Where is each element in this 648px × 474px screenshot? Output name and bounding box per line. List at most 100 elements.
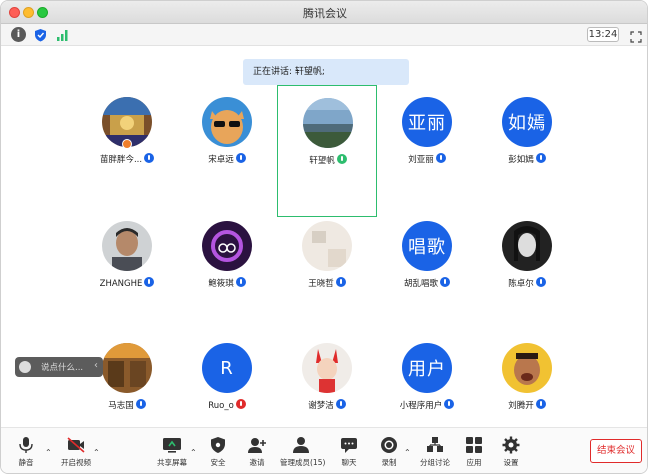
top-toolstrip: i 13:24 [1,24,647,46]
avatar [102,343,152,393]
mic-icon [535,399,546,409]
participant-tile[interactable]: 用户 小程序用户 [377,335,477,425]
avatar [202,97,252,147]
share-screen-button[interactable]: 共享屏幕 [156,436,188,472]
add-user-icon [248,438,266,453]
avatar [202,221,252,271]
participant-name: 陈卓尔 [477,277,577,289]
participant-tile-active-speaker[interactable]: 轩望帆 [277,85,377,217]
meeting-time: 13:24 [587,27,619,42]
participant-tile[interactable]: 苗胖胖今... [77,89,177,179]
participant-tile[interactable]: 谢梦洁 [277,335,377,425]
mute-options-caret[interactable]: ⌃ [45,448,52,457]
chat-input-bar[interactable]: 说点什么... ‹ [15,357,103,377]
avatar [102,221,152,271]
participant-name: 马志国 [77,399,177,411]
participant-tile[interactable]: 王晓哲 [277,213,377,303]
shield-icon[interactable] [33,27,48,42]
participant-name: 鲍筱琪 [177,277,277,289]
participant-name: 轩望帆 [278,154,378,166]
speaking-indicator: 正在讲话: 轩望帆; [243,59,409,85]
participant-tile[interactable]: 陈卓尔 [477,213,577,303]
participant-name: 谢梦洁 [277,399,377,411]
end-meeting-button[interactable]: 结束会议 [590,439,642,463]
participant-tile[interactable]: R Ruo_o [177,335,277,425]
settings-button[interactable]: 设置 [498,436,524,472]
avatar: 用户 [402,343,452,393]
camera-off-icon [67,437,85,453]
avatar [303,98,353,148]
apps-button[interactable]: 应用 [461,436,487,472]
apps-icon [466,437,482,453]
participant-name: 刘亚丽 [377,153,477,165]
meeting-window: 腾讯会议 i 13:24 苗胖胖今... 宋卓远 轩望帆 亚丽 刘亚丽 如嫣 彭… [0,0,648,474]
mic-icon [535,153,546,163]
start-video-button[interactable]: 开启视频 [59,436,93,472]
participant-name: 小程序用户 [377,399,477,411]
participant-name: 刘腾开 [477,399,577,411]
security-button[interactable]: 安全 [205,436,231,472]
signal-icon[interactable] [55,27,70,42]
avatar [502,221,552,271]
mic-icon [235,277,246,287]
avatar: 唱歌 [402,221,452,271]
mic-icon [440,277,450,287]
breakout-rooms-button[interactable]: 分组讨论 [419,436,451,472]
mic-icon [235,153,246,163]
members-icon [293,437,309,453]
mic-icon [535,277,546,287]
participant-name: 王晓哲 [277,277,377,289]
mute-button[interactable]: 静音 [13,436,39,472]
emoji-icon[interactable] [19,361,31,373]
avatar [302,343,352,393]
breakout-icon [427,437,443,452]
avatar: 如嫣 [502,97,552,147]
share-screen-icon [163,438,181,453]
fullscreen-icon[interactable] [630,28,642,43]
mic-icon [336,154,347,164]
record-button[interactable]: 录制 [376,436,402,472]
share-options-caret[interactable]: ⌃ [190,448,197,457]
manage-members-button[interactable]: 管理成员(15) [280,436,325,472]
participant-tile[interactable]: 如嫣 彭如嫣 [477,89,577,179]
microphone-icon [19,437,33,453]
participant-name: 宋卓远 [177,153,277,165]
mic-icon [144,277,155,287]
avatar: R [202,343,252,393]
participant-tile[interactable]: 马志国 [77,335,177,425]
reaction-icon [122,139,132,149]
participant-name: 彭如嫣 [477,153,577,165]
mic-icon [144,153,155,163]
avatar [302,221,352,271]
participant-tile[interactable]: 鲍筱琪 [177,213,277,303]
chat-placeholder: 说点什么... [41,363,84,373]
participant-tile[interactable]: 宋卓远 [177,89,277,179]
participant-name: Ruo_o [177,399,277,411]
participant-tile[interactable]: 唱歌 胡乱唱歌 [377,213,477,303]
record-options-caret[interactable]: ⌃ [404,448,411,457]
chevron-left-icon[interactable]: ‹ [94,360,98,371]
video-options-caret[interactable]: ⌃ [93,448,100,457]
participant-tile[interactable]: ZHANGHE [77,213,177,303]
participant-name: ZHANGHE [77,277,177,289]
mic-muted-icon [235,399,246,409]
avatar [502,343,552,393]
record-icon [381,437,397,453]
bottom-toolbar: 静音 ⌃ 开启视频 ⌃ 共享屏幕 ⌃ 安全 邀请 管理成员(15) 聊天 录制 … [1,427,647,473]
participant-name: 苗胖胖今... [77,153,177,165]
participant-name: 胡乱唱歌 [377,277,477,289]
participant-tile[interactable]: 刘腾开 [477,335,577,425]
gear-icon [502,436,520,454]
chat-icon [341,438,357,453]
chat-button[interactable]: 聊天 [336,436,362,472]
info-icon[interactable]: i [11,27,26,42]
mic-icon [335,277,346,287]
window-title: 腾讯会议 [303,7,347,20]
title-bar: 腾讯会议 [1,1,647,24]
invite-button[interactable]: 邀请 [244,436,270,472]
shield-icon [211,437,225,453]
mic-icon [444,399,455,409]
avatar: 亚丽 [402,97,452,147]
mic-icon [435,153,446,163]
participant-tile[interactable]: 亚丽 刘亚丽 [377,89,477,179]
